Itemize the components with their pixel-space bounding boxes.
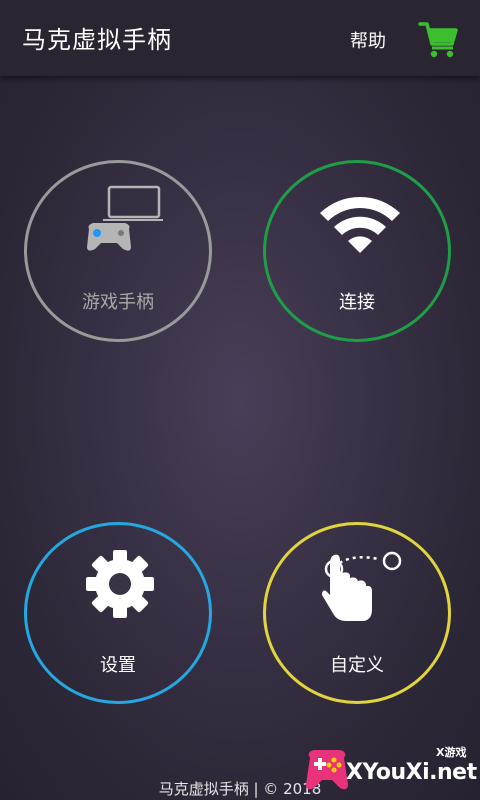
- app-title: 马克虚拟手柄: [22, 26, 172, 54]
- wifi-icon: [320, 197, 400, 253]
- connect-label: 连接: [339, 292, 375, 313]
- shopping-cart-icon[interactable]: [418, 20, 458, 58]
- top-app-bar: 马克虚拟手柄 帮助: [0, 0, 480, 76]
- custom-label: 自定义: [330, 655, 384, 676]
- settings-label: 设置: [100, 655, 136, 676]
- help-button[interactable]: 帮助: [350, 27, 386, 53]
- connect-button[interactable]: 连接: [263, 160, 451, 342]
- watermark-brand-text: XYouXi.net: [346, 760, 477, 785]
- main-screen: 马克虚拟手柄 帮助 游戏手柄 连接 设置 自定义 马克虚拟手柄 | © 2018…: [0, 0, 480, 800]
- custom-button[interactable]: 自定义: [263, 522, 451, 704]
- gamepad-logo-icon: [306, 750, 348, 790]
- settings-button[interactable]: 设置: [24, 522, 212, 704]
- gear-icon: [86, 550, 154, 618]
- gamepad-button[interactable]: 游戏手柄: [24, 160, 212, 342]
- gamepad-label: 游戏手柄: [82, 292, 154, 313]
- laptop-gamepad-icon: [87, 185, 163, 251]
- touch-gesture-icon: [322, 551, 402, 621]
- watermark-small-text: X游戏: [436, 746, 467, 759]
- site-watermark: X游戏 XYouXi.net: [302, 740, 477, 798]
